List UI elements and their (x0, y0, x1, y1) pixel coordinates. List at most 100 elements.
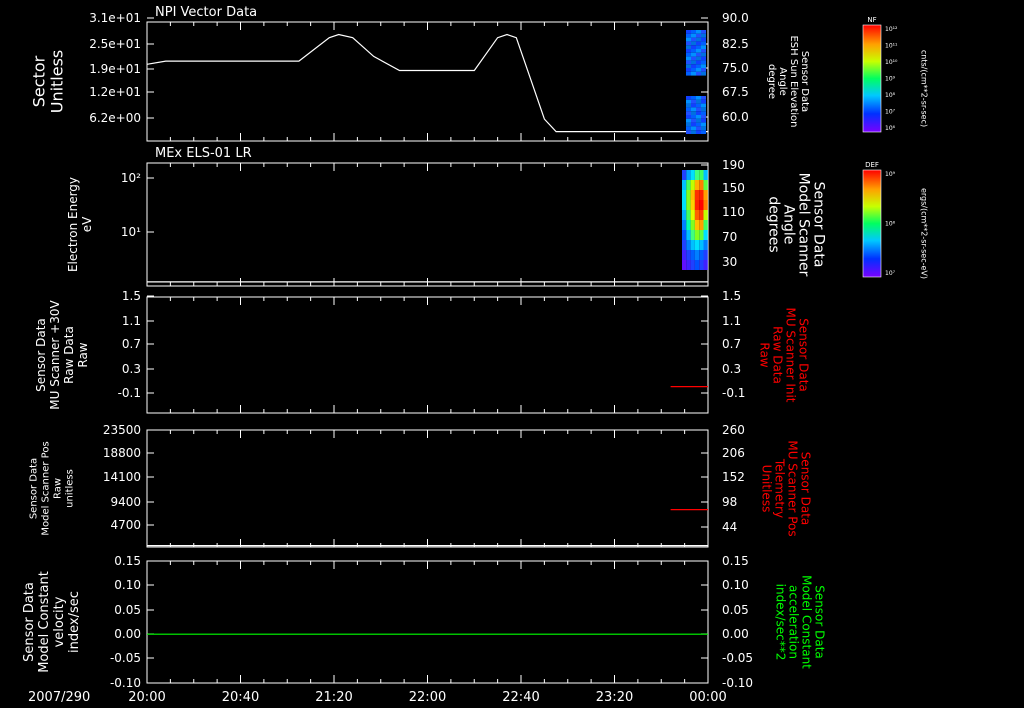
right-tick-label: 0.10 (722, 578, 749, 592)
right-tick-label: -0.1 (722, 386, 745, 400)
spectrogram-cell (690, 200, 695, 210)
left-tick-label: 1.9e+01 (89, 62, 141, 76)
spectrogram-cell (694, 230, 700, 240)
left-axis-label: Sensor Data (34, 318, 48, 392)
spectrogram-cell (691, 71, 696, 76)
spectrogram-cell (690, 210, 695, 220)
spectrogram-cell (701, 60, 706, 65)
spectrogram-cell (690, 230, 695, 240)
spectrogram-cell (699, 200, 704, 210)
spectrogram-cell (701, 30, 706, 34)
spectrogram-cell (701, 49, 706, 53)
spectrogram-cell (701, 33, 706, 38)
right-tick-label: 0.15 (722, 554, 749, 568)
right-tick-label: 90.0 (722, 11, 749, 25)
left-axis-label: Model Scanner Pos (41, 441, 52, 535)
right-axis-label: Angle (781, 205, 797, 245)
spectrogram-cell (696, 122, 701, 127)
spectrogram-cell (682, 210, 687, 220)
right-tick-label: 0.7 (722, 337, 741, 351)
right-axis-label: Raw Data (771, 326, 785, 384)
spectrogram-cell (703, 200, 708, 210)
colorbar-tick-label: 10⁹ (885, 76, 896, 83)
spectrogram-cell (691, 60, 696, 65)
right-tick-label: 260 (722, 423, 745, 437)
colorbar-tick-label: 10⁹ (885, 171, 896, 178)
left-axis-label: Sector (30, 55, 49, 107)
right-tick-label: 150 (722, 181, 745, 195)
spectrogram-cell (701, 118, 706, 123)
left-tick-label: 14100 (103, 470, 141, 484)
left-tick-label: 1.1 (122, 314, 141, 328)
spectrogram-cell (686, 240, 691, 250)
spectrogram-cell (686, 200, 691, 210)
x-tick-label: 20:00 (128, 690, 165, 705)
spectrogram-cell (699, 190, 704, 200)
right-tick-label: 44 (722, 520, 737, 534)
right-axis-label: degrees (766, 196, 782, 252)
series-line-panel-1-1 (146, 33, 708, 133)
spectrogram-cell (690, 190, 695, 200)
spectrogram-cell (691, 115, 696, 119)
left-tick-label: 1.2e+01 (89, 85, 141, 99)
spectrogram-cell (691, 56, 696, 61)
spectrogram-cell (686, 37, 691, 42)
right-axis-label: Telemetry (773, 458, 787, 518)
spectrogram-cell (701, 37, 706, 42)
spectrogram-cell (686, 52, 691, 57)
left-tick-label: 0.05 (114, 603, 141, 617)
left-tick-label: 0.3 (122, 362, 141, 376)
spectrogram-cell (691, 30, 696, 34)
left-axis-label: Sensor Data (29, 458, 40, 519)
colorbar-tick-label: 10⁶ (885, 125, 896, 132)
right-tick-label: 1.1 (722, 314, 741, 328)
right-axis-label: Model Scanner (796, 173, 812, 277)
spectrogram-cell (691, 52, 696, 57)
spectrogram-cell (696, 107, 701, 112)
spectrogram-cell (682, 220, 687, 230)
x-tick-label: 20:40 (222, 690, 259, 705)
spectrogram-cell (686, 260, 691, 270)
left-axis-label: Raw Data (62, 326, 76, 384)
spectrogram-cell (703, 210, 708, 220)
spectrogram-cell (701, 122, 706, 127)
spectrogram-cell (686, 180, 691, 190)
right-tick-label: -0.05 (722, 651, 753, 665)
spectrogram-blocks (682, 30, 708, 270)
colorbar-units: cnts/(cm**2-sr-sec) (920, 50, 929, 127)
spectrogram-cell (686, 41, 691, 46)
left-tick-label: 0.15 (114, 554, 141, 568)
left-tick-label: -0.05 (110, 651, 141, 665)
colorbar-label: DEF (865, 161, 879, 169)
right-tick-label: 206 (722, 446, 745, 460)
spectrogram-cell (686, 60, 691, 65)
colorbar-tick-label: 10⁸ (885, 221, 896, 228)
colorbar-2 (862, 169, 882, 278)
spectrogram-cell (703, 250, 708, 260)
spectrogram-cell (690, 170, 695, 180)
spectrogram-cell (701, 52, 706, 57)
right-tick-label: -0.10 (722, 676, 753, 690)
spectrogram-cell (691, 99, 696, 104)
spectrogram-cell (696, 41, 701, 46)
spectrogram-cell (686, 45, 691, 49)
right-tick-label: 152 (722, 470, 745, 484)
colorbar-tick-label: 10⁷ (885, 270, 896, 277)
spectrogram-cell (686, 115, 691, 119)
right-tick-label: 110 (722, 205, 745, 219)
right-tick-label: 0.3 (722, 362, 741, 376)
colorbar-tick-label: 10¹² (885, 26, 898, 33)
panel-1-frame (146, 21, 709, 142)
right-axis-label: Model Constant (800, 575, 814, 669)
spectrogram-cell (690, 220, 695, 230)
spectrogram-cell (686, 33, 691, 38)
panel-5-frame (146, 560, 709, 684)
spectrogram-cell (682, 180, 687, 190)
spectrogram-cell (686, 99, 691, 104)
colorbar-tick-label: 10⁸ (885, 92, 896, 99)
panel-title: MEx ELS-01 LR (155, 146, 252, 161)
spectrogram-cell (694, 210, 700, 220)
spectrogram-cell (701, 115, 706, 119)
right-axis-label: Sensor Data (799, 452, 813, 526)
right-axis-label: Sensor Data (811, 182, 827, 268)
